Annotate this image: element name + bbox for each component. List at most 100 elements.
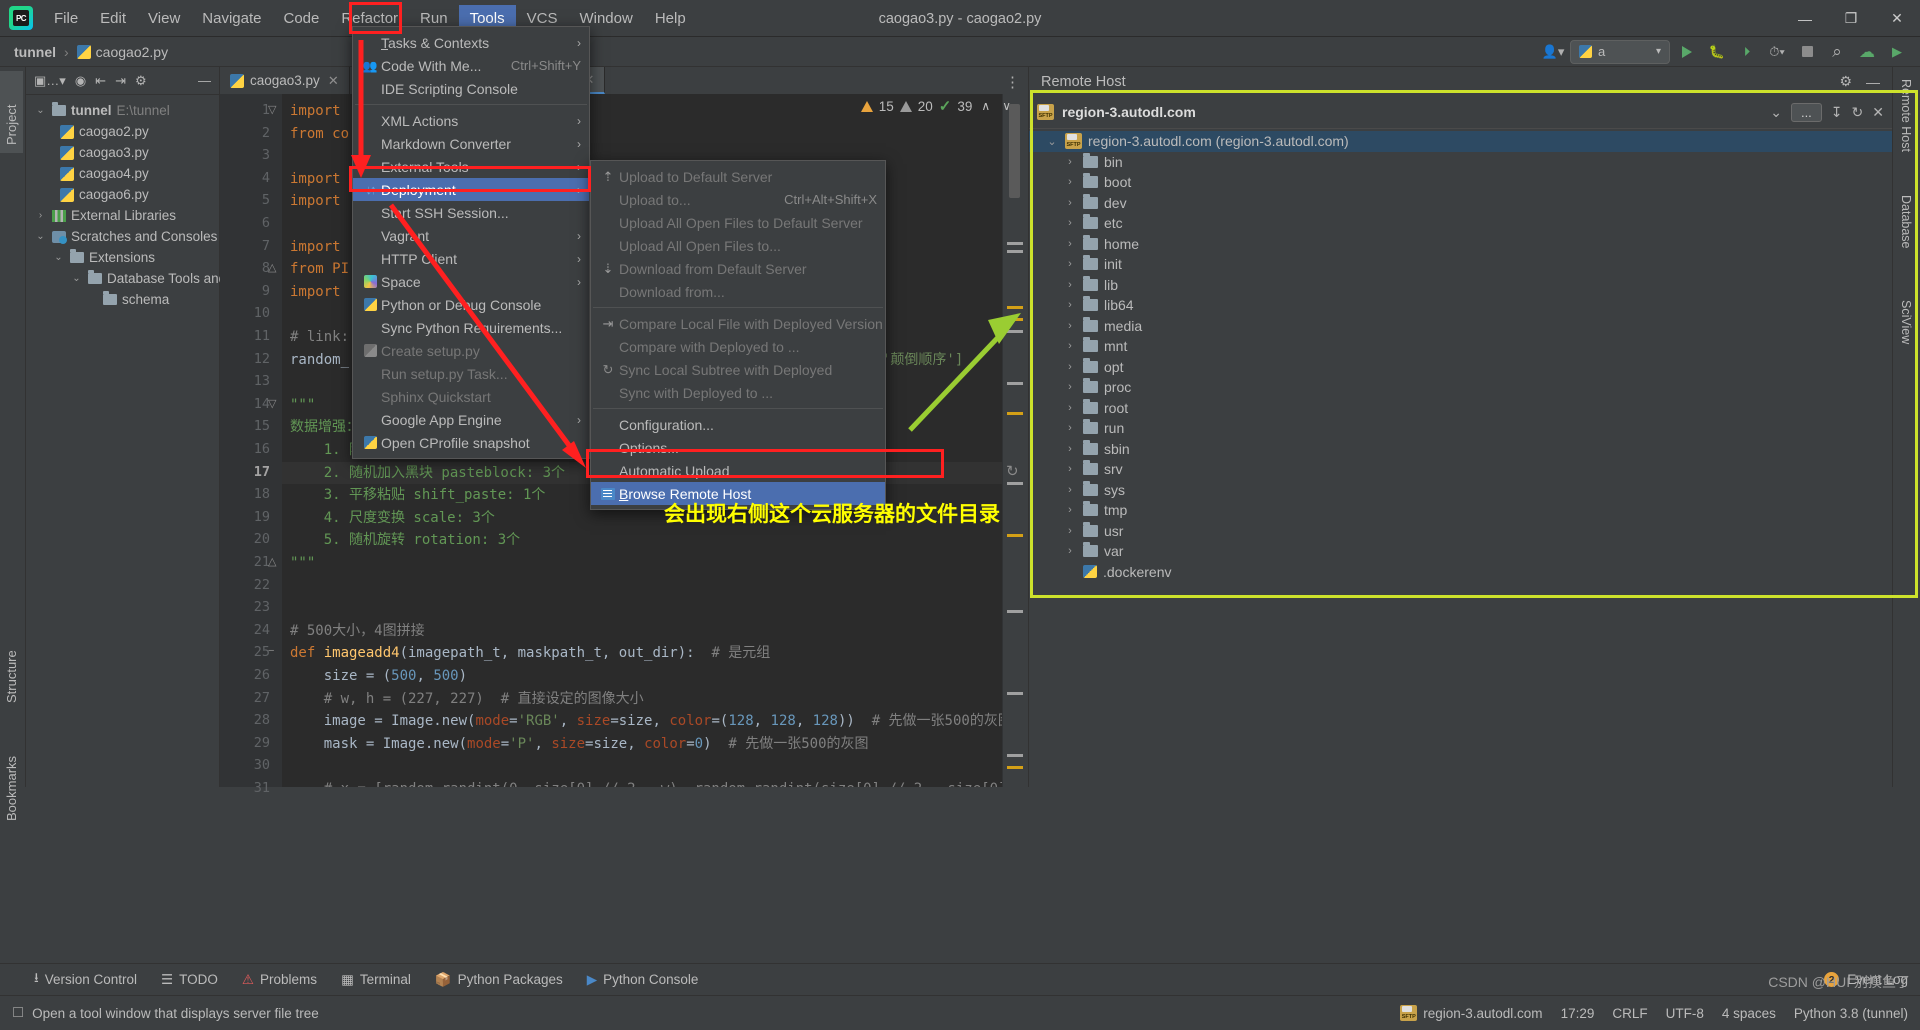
locate-icon[interactable]: ◉ xyxy=(75,73,86,89)
remote-host-tree[interactable]: ⌄ SFTP region-3.autodl.com (region-3.autod… xyxy=(1029,129,1892,582)
sidebar-item-structure[interactable]: Structure xyxy=(0,619,23,711)
twisty-icon[interactable]: › xyxy=(1063,504,1077,516)
twisty-icon[interactable]: › xyxy=(1063,299,1077,311)
profile-button[interactable]: ⏱▾ xyxy=(1764,40,1790,64)
remote-tree-item[interactable]: › var xyxy=(1029,541,1892,562)
remote-tree-item[interactable]: › opt xyxy=(1029,357,1892,378)
tools-menu-item-open-cprofile-snapshot[interactable]: Open CProfile snapshot xyxy=(353,431,589,454)
twisty-icon[interactable]: ⌄ xyxy=(34,231,47,242)
code-line[interactable]: from co xyxy=(290,123,349,146)
project-toolbar[interactable]: ▣…▾ ◉ ⇤ ⇥ ⚙ — xyxy=(26,67,219,95)
tools-menu-item-google-app-engine[interactable]: Google App Engine › xyxy=(353,408,589,431)
debug-button[interactable]: 🐛 xyxy=(1704,40,1730,64)
remote-tree-root[interactable]: ⌄ SFTP region-3.autodl.com (region-3.autod… xyxy=(1029,131,1892,152)
code-line[interactable]: import xyxy=(290,190,341,213)
menu-navigate[interactable]: Navigate xyxy=(191,5,272,32)
editor-tabs-more-icon[interactable]: ⋮ xyxy=(997,72,1028,94)
sidebar-item-remote-host[interactable]: Remote Host xyxy=(1893,71,1919,160)
deployment-menu-item-sync-local-subtree-with-deployed[interactable]: ↻ Sync Local Subtree with Deployed xyxy=(591,358,885,381)
remote-tree-item[interactable]: › media xyxy=(1029,316,1892,337)
remote-tree-item[interactable]: › mnt xyxy=(1029,336,1892,357)
editor-gutter[interactable]: 1 2 3 4 5 6 7 8 9 10 11 12 13 14 15 16 17 18 19 20 21 22 23 24 2… xyxy=(220,94,282,796)
deployment-menu-item-configuration[interactable]: Configuration... xyxy=(591,413,885,436)
run-coverage-button[interactable]: ⏵ xyxy=(1734,40,1760,64)
more-options-button[interactable]: ... xyxy=(1790,102,1822,122)
twisty-icon[interactable]: › xyxy=(1063,443,1077,455)
code-fold-icon[interactable]: ▽ xyxy=(268,397,276,410)
twisty-icon[interactable]: › xyxy=(1063,484,1077,496)
twisty-icon[interactable]: › xyxy=(1063,340,1077,352)
twisty-icon[interactable]: › xyxy=(1063,258,1077,270)
code-line[interactable]: 2. 随机加入黑块 pasteblock: 3个 xyxy=(290,462,565,485)
code-line[interactable]: random_ xyxy=(290,349,349,372)
code-line[interactable]: def imageadd4(imagepath_t, maskpath_t, o… xyxy=(290,642,770,665)
breadcrumb[interactable]: tunnel › caogao2.py xyxy=(0,44,168,60)
tools-menu-item-sync-python-requirements[interactable]: Sync Python Requirements... xyxy=(353,316,589,339)
tools-menu-item-run-setup-py-task[interactable]: Run setup.py Task... xyxy=(353,362,589,385)
tools-menu-item-space[interactable]: Space › xyxy=(353,270,589,293)
breadcrumb-project[interactable]: tunnel xyxy=(14,44,56,60)
tools-menu-item-start-ssh-session[interactable]: Start SSH Session... xyxy=(353,201,589,224)
hide-icon[interactable]: — xyxy=(1866,74,1880,90)
status-interpreter[interactable]: Python 3.8 (tunnel) xyxy=(1794,1006,1908,1021)
tree-item-caogao3[interactable]: caogao3.py xyxy=(26,142,219,163)
code-line[interactable]: image = Image.new(mode='RGB', size=size,… xyxy=(290,710,1002,733)
twisty-icon[interactable]: ⌄ xyxy=(1045,135,1059,148)
twisty-icon[interactable]: ⌄ xyxy=(70,273,83,284)
remote-tree-item[interactable]: › tmp xyxy=(1029,500,1892,521)
twisty-icon[interactable]: › xyxy=(1063,279,1077,291)
status-bar-right[interactable]: SFTP region-3.autodl.com 17:29 CRLF UTF-… xyxy=(1400,1005,1908,1021)
code-line[interactable]: import xyxy=(290,281,341,304)
deployment-menu-item-download-from-default-server[interactable]: ⇣ Download from Default Server xyxy=(591,257,885,280)
deployment-menu-item-upload-to[interactable]: Upload to... Ctrl+Alt+Shift+X xyxy=(591,188,885,211)
collapse-all-icon[interactable]: ⇥ xyxy=(115,73,126,89)
chevron-down-icon[interactable]: ⌄ xyxy=(1770,104,1782,121)
tools-menu-item-python-or-debug-console[interactable]: Python or Debug Console xyxy=(353,293,589,316)
remote-tree-item[interactable]: › etc xyxy=(1029,213,1892,234)
remote-host-toolbar[interactable]: SFTP region-3.autodl.com ⌄ ... ↧ ↻ ✕ xyxy=(1029,96,1892,129)
inspection-widget[interactable]: 15 20 ✓ 39 ∧ ∨ xyxy=(860,97,1014,115)
project-view-selector-icon[interactable]: ▣…▾ xyxy=(34,73,66,89)
bottom-item-todo[interactable]: ☰ TODO xyxy=(161,972,218,988)
twisty-icon[interactable]: › xyxy=(1063,176,1077,188)
tree-item-external-libraries[interactable]: › External Libraries xyxy=(26,205,219,226)
bottom-tool-bar[interactable]: ⭳ Version Control ☰ TODO ⚠ Problems ▦ Te… xyxy=(0,963,1920,995)
minimize-button[interactable]: — xyxy=(1782,0,1828,37)
code-line[interactable]: # 500大小，4图拼接 xyxy=(290,620,425,643)
tools-menu-item-xml-actions[interactable]: XML Actions › xyxy=(353,109,589,132)
sidebar-item-database[interactable]: Database xyxy=(1893,187,1919,257)
tools-menu-item-create-setup-py[interactable]: Create setup.py xyxy=(353,339,589,362)
code-line[interactable]: from PI xyxy=(290,258,349,281)
twisty-icon[interactable]: › xyxy=(1063,217,1077,229)
remote-tree-item[interactable]: › bin xyxy=(1029,152,1892,173)
deployment-menu-item-upload-all-open-files-to[interactable]: Upload All Open Files to... xyxy=(591,234,885,257)
editor-tab-caogao3[interactable]: caogao3.py ✕ xyxy=(220,67,350,94)
twisty-icon[interactable]: › xyxy=(1063,320,1077,332)
settings-icon[interactable]: ▶ xyxy=(1884,40,1910,64)
deployment-submenu[interactable]: ⇡ Upload to Default Server Upload to... Ctr… xyxy=(590,160,886,510)
twisty-icon[interactable]: › xyxy=(1063,381,1077,393)
tree-item-extensions[interactable]: ⌄ Extensions xyxy=(26,247,219,268)
sidebar-item-project[interactable]: Project xyxy=(0,71,23,153)
project-settings-icon[interactable]: ⚙ xyxy=(135,73,147,89)
bottom-item-python-console[interactable]: ▶ Python Console xyxy=(587,972,699,988)
reformat-icon[interactable]: ↻ xyxy=(1006,462,1019,480)
editor-scrollbar[interactable]: ↻ xyxy=(1002,94,1028,787)
menu-edit[interactable]: Edit xyxy=(89,5,137,32)
twisty-icon[interactable]: › xyxy=(34,210,47,221)
twisty-icon[interactable]: › xyxy=(1063,402,1077,414)
twisty-icon[interactable]: › xyxy=(1063,525,1077,537)
tools-menu-item-sphinx-quickstart[interactable]: Sphinx Quickstart xyxy=(353,385,589,408)
code-line[interactable]: 5. 随机旋转 rotation: 3个 xyxy=(290,529,520,552)
tree-item-caogao2[interactable]: caogao2.py xyxy=(26,121,219,142)
expand-all-icon[interactable]: ⇤ xyxy=(95,73,106,89)
status-line-separator[interactable]: CRLF xyxy=(1612,1006,1647,1021)
code-line[interactable]: import xyxy=(290,100,341,123)
code-line[interactable]: 3. 平移粘贴 shift_paste: 1个 xyxy=(290,484,546,507)
deployment-menu-item-sync-with-deployed-to[interactable]: Sync with Deployed to ... xyxy=(591,381,885,404)
twisty-icon[interactable]: › xyxy=(1063,197,1077,209)
window-controls[interactable]: — ❐ ✕ xyxy=(1782,0,1920,37)
remote-tree-item[interactable]: › lib64 xyxy=(1029,295,1892,316)
bottom-item-problems[interactable]: ⚠ Problems xyxy=(242,972,317,988)
code-fold-icon[interactable]: ▽ xyxy=(268,103,276,116)
